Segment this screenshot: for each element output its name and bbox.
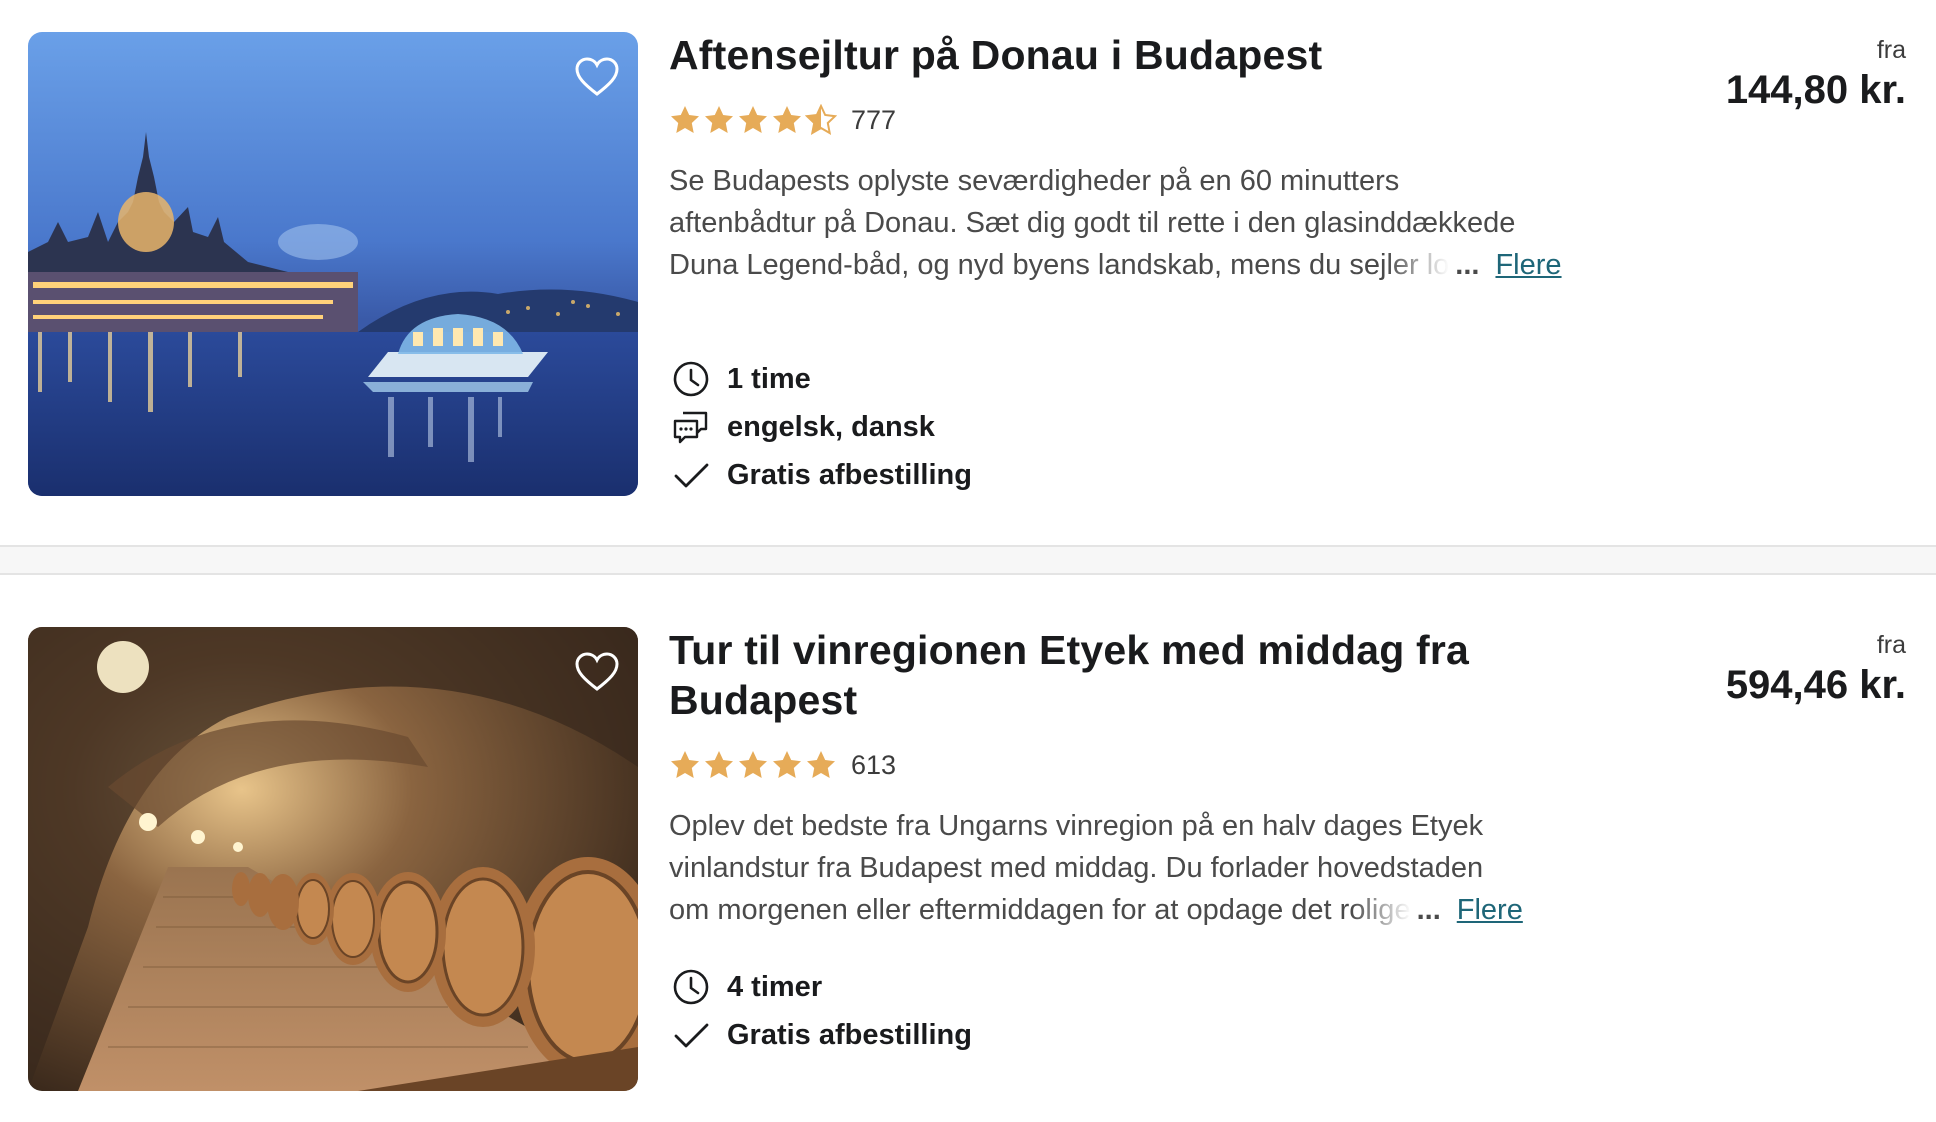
star-rating [669, 104, 837, 136]
tour-image[interactable] [28, 32, 638, 496]
tour-title[interactable]: Tur til vinregionen Etyek med middag fra… [669, 625, 1569, 725]
tour-image[interactable] [28, 627, 638, 1091]
chat-bubbles-icon [671, 407, 711, 447]
review-count: 777 [851, 104, 897, 135]
checkmark-icon [671, 455, 711, 495]
rating: 777 [669, 102, 1619, 138]
half-star-icon [805, 104, 837, 136]
star-icon [737, 749, 769, 781]
price-box: fra 144,80 kr. [1726, 36, 1906, 114]
tour-description: Se Budapests oplyste seværdigheder på en… [669, 160, 1609, 286]
ellipsis: ... [1416, 894, 1441, 926]
feature-duration: 1 time [669, 355, 972, 403]
star-rating [669, 749, 837, 781]
tour-description: Oplev det bedste fra Ungarns vinregion p… [669, 805, 1609, 931]
star-icon [771, 104, 803, 136]
star-icon [669, 104, 701, 136]
price-prefix: fra [1876, 36, 1906, 64]
star-icon [771, 749, 803, 781]
card-separator [0, 545, 1936, 575]
price-prefix: fra [1876, 631, 1906, 659]
more-link[interactable]: Flere [1495, 244, 1561, 286]
more-link[interactable]: Flere [1457, 889, 1523, 931]
checkmark-icon [671, 1015, 711, 1055]
feature-duration: 4 timer [669, 963, 972, 1011]
heart-icon[interactable] [574, 651, 620, 693]
tour-title[interactable]: Aftensejltur på Donau i Budapest [669, 30, 1569, 80]
star-icon [737, 104, 769, 136]
star-icon [703, 749, 735, 781]
feature-list: 4 timer Gratis afbestilling [669, 963, 972, 1059]
feature-list: 1 time engelsk, dansk Gratis afbestillin… [669, 355, 972, 499]
feature-cancellation: Gratis afbestilling [669, 1011, 972, 1059]
price: 594,46 kr. [1725, 663, 1906, 707]
review-count: 613 [851, 749, 897, 780]
heart-icon[interactable] [574, 56, 620, 98]
clock-icon [671, 967, 711, 1007]
result-card[interactable]: Aftensejltur på Donau i Budapest 777 Se … [0, 0, 1936, 545]
star-icon [703, 104, 735, 136]
price: 144,80 kr. [1725, 68, 1906, 112]
favorite-button[interactable] [574, 651, 620, 693]
result-card[interactable]: Tur til vinregionen Etyek med middag fra… [0, 575, 1936, 1120]
rating: 613 [669, 747, 1619, 783]
ellipsis: ... [1455, 249, 1480, 281]
star-icon [805, 749, 837, 781]
star-icon [669, 749, 701, 781]
favorite-button[interactable] [574, 56, 620, 98]
price-box: fra 594,46 kr. [1726, 631, 1906, 709]
feature-cancellation: Gratis afbestilling [669, 451, 972, 499]
clock-icon [671, 359, 711, 399]
feature-languages: engelsk, dansk [669, 403, 972, 451]
